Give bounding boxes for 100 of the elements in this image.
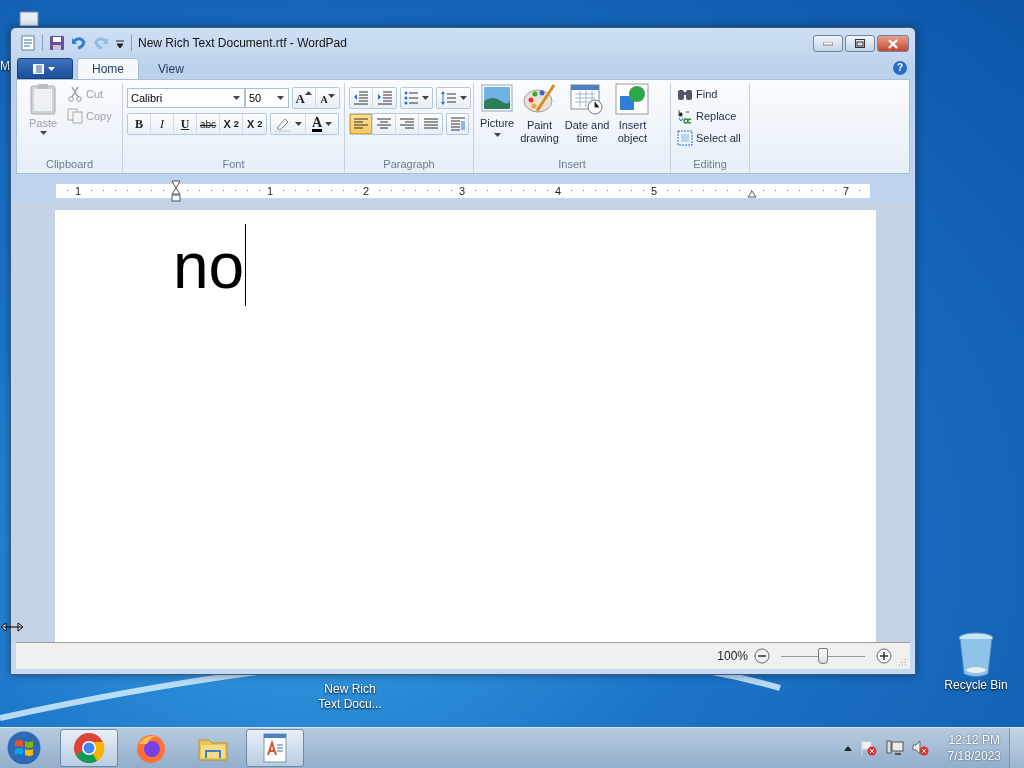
align-center-icon xyxy=(377,118,391,130)
increase-indent-icon xyxy=(376,91,393,105)
wordpad-icon xyxy=(261,733,289,763)
ruler-number: 1 xyxy=(74,184,83,198)
caret-icon xyxy=(276,96,284,100)
close-icon xyxy=(887,38,899,49)
firefox-icon xyxy=(135,732,167,764)
palette-icon xyxy=(522,83,557,115)
font-size-dropdown[interactable]: 50 xyxy=(244,88,289,108)
caret-icon xyxy=(232,96,240,100)
bullet-list-icon xyxy=(404,91,419,105)
caret-icon xyxy=(493,133,501,137)
ruler-number: 1 xyxy=(266,184,275,198)
strike-button[interactable]: abc xyxy=(197,114,221,134)
undo-icon[interactable] xyxy=(71,35,87,51)
bullet-list-button[interactable] xyxy=(400,87,433,109)
desktop-icon-label[interactable]: Recycle Bin xyxy=(944,678,1008,693)
align-right-icon xyxy=(400,118,414,130)
window-title: New Rich Text Document.rtf - WordPad xyxy=(138,36,347,50)
ruler-number: 4 xyxy=(554,184,563,198)
chrome-taskbar-button[interactable] xyxy=(60,729,118,767)
insert-datetime-button[interactable]: Date and time xyxy=(562,83,612,145)
show-desktop-button[interactable] xyxy=(1009,728,1024,768)
group-label: Editing xyxy=(692,158,728,172)
align-left-icon xyxy=(354,118,368,130)
document-page[interactable]: no xyxy=(55,210,876,642)
underline-button[interactable]: U xyxy=(174,114,197,134)
desktop-icon-label: M xyxy=(0,59,10,74)
italic-button[interactable]: I xyxy=(151,114,174,134)
select-all-icon xyxy=(677,130,693,146)
resize-cursor-icon xyxy=(0,621,24,633)
caret-icon xyxy=(39,131,47,135)
caret-icon xyxy=(422,96,429,100)
wordpad-taskbar-button[interactable] xyxy=(246,729,304,767)
font-family-dropdown[interactable]: Calibri xyxy=(127,88,245,108)
align-left-button[interactable] xyxy=(350,114,373,134)
ruler-number: 7 xyxy=(842,184,851,198)
bold-button[interactable]: B xyxy=(128,114,151,134)
ruler-number: 3 xyxy=(458,184,467,198)
insert-paint-button[interactable]: Paint drawing xyxy=(518,83,561,145)
restore-icon xyxy=(855,39,865,48)
zoom-slider-thumb[interactable] xyxy=(818,648,828,664)
show-hidden-icons-button[interactable] xyxy=(843,745,852,751)
help-button[interactable]: ? xyxy=(893,61,907,75)
group-label: Insert xyxy=(557,158,587,172)
clipboard-icon xyxy=(30,83,56,115)
caret-icon xyxy=(327,94,335,98)
group-label: Clipboard xyxy=(44,158,95,172)
font-color-button[interactable]: A xyxy=(306,114,339,134)
ribbon-tab[interactable]: Home xyxy=(77,58,139,79)
copy-icon xyxy=(67,108,83,124)
desktop-icon-label[interactable]: New Rich Text Docu... xyxy=(318,682,382,712)
flag-warning-icon[interactable] xyxy=(859,740,878,756)
chrome-icon xyxy=(73,732,105,764)
landscape-picture-icon xyxy=(481,83,514,113)
caret-icon xyxy=(305,91,312,95)
save-icon[interactable] xyxy=(49,35,65,51)
insert-picture-button[interactable]: Picture xyxy=(478,83,517,137)
ruler-number: 5 xyxy=(650,184,659,198)
insert-object-button[interactable]: Insert object xyxy=(613,83,652,145)
shrink-font-button[interactable]: A xyxy=(316,88,339,108)
zoom-level: 100% xyxy=(717,649,748,663)
group-label: Paragraph xyxy=(382,158,436,172)
replace-icon xyxy=(677,108,693,124)
line-spacing-icon xyxy=(440,91,457,105)
paragraph-icon xyxy=(450,117,465,131)
caret-icon xyxy=(295,122,303,126)
group-label: Font xyxy=(221,158,246,172)
align-justify-icon xyxy=(423,118,438,130)
caret-icon xyxy=(325,122,333,126)
scissors-icon xyxy=(67,86,83,102)
left-indent-marker-icon[interactable] xyxy=(171,180,181,202)
document-text: no xyxy=(173,229,245,304)
highlighter-icon xyxy=(274,116,293,132)
start-button[interactable] xyxy=(6,730,42,766)
minimize-icon xyxy=(823,41,833,46)
find-button[interactable]: Find xyxy=(675,83,745,105)
zoom-in-icon[interactable] xyxy=(876,648,892,664)
decrease-indent-icon xyxy=(353,91,369,105)
recycle-bin-icon[interactable] xyxy=(957,632,995,678)
binoculars-icon xyxy=(677,87,693,101)
ruler-number: 2 xyxy=(362,184,371,198)
wordpad-app-icon[interactable] xyxy=(20,35,36,51)
muted-speaker-icon[interactable] xyxy=(911,740,930,756)
ribbon-tab[interactable]: View xyxy=(143,58,199,79)
application-menu-button[interactable] xyxy=(17,58,73,79)
grow-font-button[interactable]: A xyxy=(292,88,316,108)
paragraph-settings-button[interactable] xyxy=(446,113,469,135)
close-button[interactable] xyxy=(877,35,909,52)
calendar-clock-icon xyxy=(570,83,605,115)
selectall-button[interactable]: Select all xyxy=(675,127,745,149)
menu-icon xyxy=(32,62,58,75)
replace-button[interactable]: Replace xyxy=(675,105,745,127)
caret-icon xyxy=(460,96,467,100)
maximize-button[interactable] xyxy=(845,35,875,52)
resize-grip-icon[interactable] xyxy=(898,658,906,666)
line-spacing-button[interactable] xyxy=(436,87,471,109)
zoom-out-icon[interactable] xyxy=(754,648,770,664)
network-icon[interactable] xyxy=(885,740,904,756)
right-indent-marker-icon[interactable] xyxy=(747,190,757,198)
